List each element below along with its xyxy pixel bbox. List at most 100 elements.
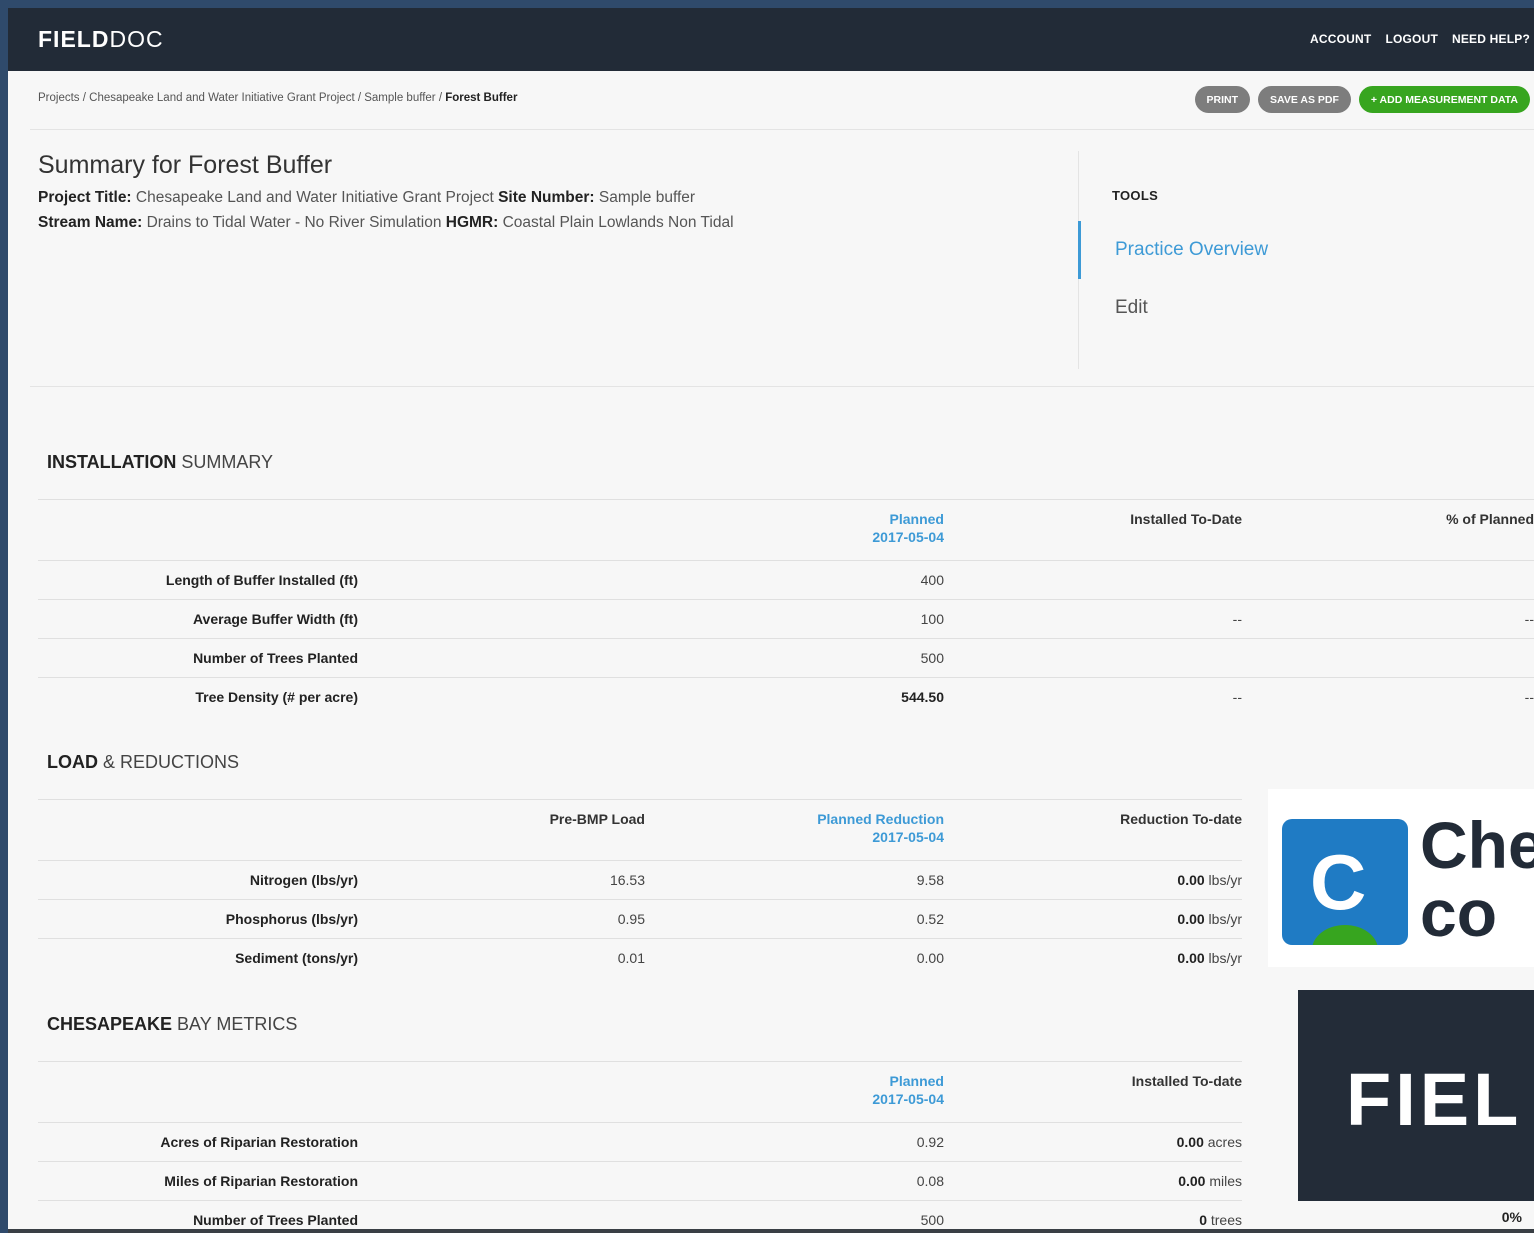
installed-value: -- bbox=[1232, 611, 1242, 627]
logo-letter: C bbox=[1310, 838, 1367, 926]
row-label: Average Buffer Width (ft) bbox=[192, 611, 358, 627]
breadcrumb-current: Forest Buffer bbox=[445, 92, 518, 104]
table-row: Acres of Riparian Restoration 0.92 0.00 … bbox=[38, 1122, 1242, 1162]
planned-value: 0.92 bbox=[916, 1134, 944, 1150]
nav-account-link[interactable]: ACCOUNT bbox=[1310, 32, 1371, 46]
project-meta-line-2: Stream Name: Drains to Tidal Water - No … bbox=[38, 214, 734, 232]
add-measurement-button[interactable]: + ADD MEASUREMENT DATA bbox=[1358, 86, 1530, 113]
reduction-to-date-value: 0.00 lbs/yr bbox=[944, 861, 1242, 900]
table-row: Nitrogen (lbs/yr) 16.53 9.58 0.00 lbs/yr bbox=[38, 860, 1242, 900]
col-planned[interactable]: Planned 2017-05-04 bbox=[358, 1062, 944, 1123]
col-pre-bmp-load: Pre-BMP Load bbox=[549, 811, 645, 827]
unit: lbs/yr bbox=[1208, 911, 1242, 927]
hgmr-label: HGMR: bbox=[445, 214, 499, 231]
print-button[interactable]: PRINT bbox=[1194, 86, 1251, 113]
col-planned-date: 2017-05-04 bbox=[872, 829, 944, 845]
divider bbox=[30, 386, 1534, 387]
table-row: Number of Trees Planted 500 bbox=[38, 638, 1534, 678]
heading-bold: INSTALLATION bbox=[47, 452, 177, 472]
table-header-row: Planned 2017-05-04 Installed To-Date % of… bbox=[38, 499, 1534, 561]
pct-value bbox=[1242, 561, 1534, 600]
logo-bold: FIELD bbox=[38, 26, 110, 52]
planned-value: 500 bbox=[920, 650, 944, 666]
top-nav: ACCOUNT LOGOUT NEED HELP? bbox=[1310, 32, 1530, 46]
header-empty bbox=[38, 1062, 358, 1123]
tool-edit[interactable]: Edit bbox=[1115, 297, 1148, 319]
row-label: Length of Buffer Installed (ft) bbox=[165, 572, 358, 588]
planned-value: 400 bbox=[920, 572, 944, 588]
installation-summary-heading: INSTALLATION SUMMARY bbox=[47, 452, 273, 473]
table-row: Miles of Riparian Restoration 0.08 0.00 … bbox=[38, 1161, 1242, 1201]
col-planned-label: Planned Reduction bbox=[817, 811, 944, 827]
stream-name-label: Stream Name: bbox=[38, 214, 143, 231]
installed-value: -- bbox=[1232, 689, 1242, 705]
table-row: Tree Density (# per acre) 544.50 -- -- bbox=[38, 677, 1534, 717]
row-label: Tree Density (# per acre) bbox=[195, 689, 358, 705]
heading-light: SUMMARY bbox=[181, 452, 274, 472]
value: 0.00 bbox=[1177, 911, 1205, 927]
logo-wordmark: Che co bbox=[1420, 811, 1534, 947]
planned-reduction-value: 0.00 bbox=[916, 950, 944, 966]
project-title-label: Project Title: bbox=[38, 189, 132, 206]
breadcrumb: Projects / Chesapeake Land and Water Ini… bbox=[38, 92, 518, 104]
save-pdf-button[interactable]: SAVE AS PDF bbox=[1258, 86, 1351, 113]
row-label: Sediment (tons/yr) bbox=[235, 950, 358, 966]
chesapeake-logo-overlay: C Che co bbox=[1268, 789, 1534, 967]
value: 0.00 bbox=[1177, 950, 1205, 966]
value: 0 bbox=[1199, 1212, 1207, 1228]
window-frame-left bbox=[0, 0, 8, 1233]
project-title-value: Chesapeake Land and Water Initiative Gra… bbox=[135, 189, 494, 206]
tool-practice-overview[interactable]: Practice Overview bbox=[1115, 239, 1268, 261]
logo-accent-shape bbox=[1312, 925, 1378, 945]
bottom-scrollbar[interactable] bbox=[8, 1229, 1534, 1233]
planned-value: 500 bbox=[920, 1212, 944, 1228]
site-number-label: Site Number: bbox=[498, 189, 595, 206]
planned-value: 544.50 bbox=[901, 689, 944, 705]
site-number-value: Sample buffer bbox=[598, 189, 696, 206]
installation-table: Planned 2017-05-04 Installed To-Date % of… bbox=[38, 499, 1534, 716]
heading-light: BAY METRICS bbox=[177, 1014, 298, 1034]
table-row: Average Buffer Width (ft) 100 -- -- bbox=[38, 599, 1534, 639]
nav-help-link[interactable]: NEED HELP? bbox=[1452, 32, 1530, 46]
col-planned-label: Planned bbox=[889, 511, 944, 527]
fielddoc-wordmark: FIEL bbox=[1346, 1058, 1523, 1141]
col-planned-reduction[interactable]: Planned Reduction 2017-05-04 bbox=[645, 800, 944, 861]
nav-logout-link[interactable]: LOGOUT bbox=[1385, 32, 1438, 46]
row-label: Miles of Riparian Restoration bbox=[164, 1173, 358, 1189]
planned-reduction-value: 9.58 bbox=[916, 872, 944, 888]
unit: lbs/yr bbox=[1208, 872, 1242, 888]
col-installed-to-date: Installed To-date bbox=[1131, 1073, 1242, 1089]
planned-value: 0.08 bbox=[916, 1173, 944, 1189]
action-buttons: PRINT SAVE AS PDF + ADD MEASUREMENT DATA bbox=[1194, 86, 1530, 113]
wordmark-line-1: Che bbox=[1420, 808, 1534, 882]
fielddoc-logo-overlay: FIEL bbox=[1298, 990, 1534, 1201]
breadcrumb-link-site[interactable]: Sample buffer bbox=[364, 92, 435, 104]
installed-value bbox=[944, 639, 1242, 678]
installed-value: 0.00 acres bbox=[944, 1123, 1242, 1162]
fielddoc-logo[interactable]: FIELDDOC bbox=[38, 26, 164, 53]
pct-value: -- bbox=[1524, 611, 1534, 627]
pre-load-value: 0.95 bbox=[617, 911, 645, 927]
col-planned-label: Planned bbox=[889, 1073, 944, 1089]
pre-load-value: 0.01 bbox=[617, 950, 645, 966]
table-header-row: Pre-BMP Load Planned Reduction 2017-05-04… bbox=[38, 799, 1242, 861]
installed-value bbox=[944, 561, 1242, 600]
bay-metrics-table: Planned 2017-05-04 Installed To-date Acre… bbox=[38, 1061, 1242, 1229]
table-row: Phosphorus (lbs/yr) 0.95 0.52 0.00 lbs/y… bbox=[38, 899, 1242, 939]
value: 0.00 bbox=[1177, 872, 1205, 888]
row-label: Number of Trees Planted bbox=[193, 650, 358, 666]
unit: miles bbox=[1209, 1173, 1242, 1189]
installed-value: 0 trees bbox=[944, 1201, 1242, 1230]
col-planned[interactable]: Planned 2017-05-04 bbox=[358, 500, 944, 561]
breadcrumb-link-projects[interactable]: Projects bbox=[38, 92, 80, 104]
stream-name-value: Drains to Tidal Water - No River Simulat… bbox=[146, 214, 442, 231]
value: 0.00 bbox=[1178, 1173, 1206, 1189]
row-label: Phosphorus (lbs/yr) bbox=[225, 911, 358, 927]
table-row: Length of Buffer Installed (ft) 400 bbox=[38, 560, 1534, 600]
breadcrumb-link-project[interactable]: Chesapeake Land and Water Initiative Gra… bbox=[89, 92, 355, 104]
unit: acres bbox=[1207, 1134, 1242, 1150]
load-reductions-table: Pre-BMP Load Planned Reduction 2017-05-04… bbox=[38, 799, 1242, 977]
row-label: Acres of Riparian Restoration bbox=[160, 1134, 358, 1150]
col-planned-date: 2017-05-04 bbox=[872, 1091, 944, 1107]
tools-heading: TOOLS bbox=[1112, 188, 1159, 203]
